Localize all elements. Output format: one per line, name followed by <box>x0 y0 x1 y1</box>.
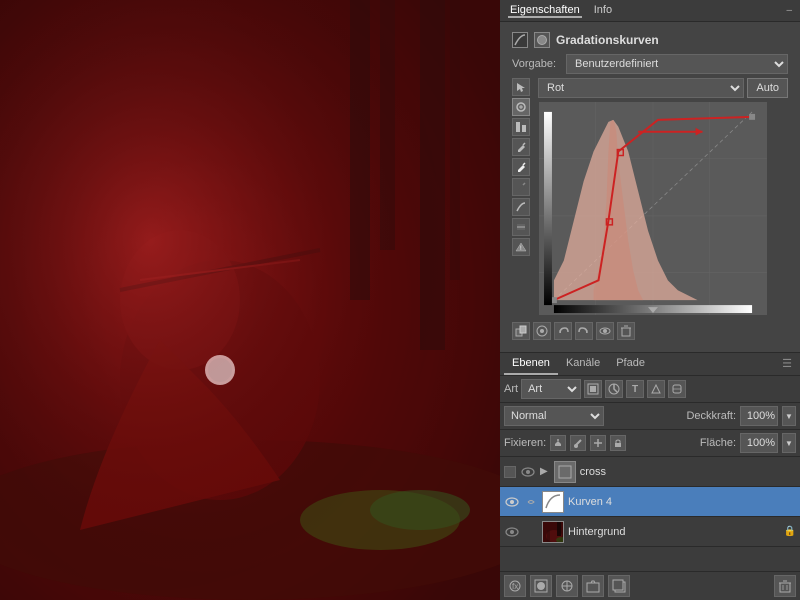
curves-title-bar: Gradationskurven <box>512 32 788 48</box>
vorgabe-label: Vorgabe: <box>512 58 562 70</box>
blend-row: Normal Deckkraft: ▼ <box>500 403 800 430</box>
layer-thumb-cross <box>554 461 576 483</box>
curves-graph[interactable] <box>538 101 768 316</box>
curves-eyedropper2[interactable] <box>512 158 530 176</box>
opacity-label: Deckkraft: <box>686 410 736 422</box>
curves-smooth-tool[interactable] <box>512 218 530 236</box>
channel-controls: Rot Auto <box>538 78 788 98</box>
curves-sample-tool[interactable] <box>512 118 530 136</box>
eye-icon-cross[interactable] <box>520 464 536 480</box>
layers-tabs: Ebenen Kanäle Pfade ☰ <box>500 353 800 376</box>
opacity-dropdown-arrow[interactable]: ▼ <box>782 406 796 426</box>
lock-icon-hintergrund: 🔒 <box>784 526 796 538</box>
fix-move-icon[interactable] <box>590 435 606 451</box>
tab-info[interactable]: Info <box>592 4 614 18</box>
kind-label: Art <box>504 383 518 395</box>
flache-dropdown-arrow[interactable]: ▼ <box>782 433 796 453</box>
tab-eigenschaften[interactable]: Eigenschaften <box>508 4 582 18</box>
add-group-btn[interactable] <box>582 575 604 597</box>
layer-smart-icon[interactable] <box>668 380 686 398</box>
delete-layer-btn[interactable] <box>774 575 796 597</box>
svg-text:fx: fx <box>512 582 518 591</box>
layers-panel: Ebenen Kanäle Pfade ☰ Art Art T <box>500 353 800 600</box>
layer-adjustment-icon[interactable] <box>605 380 623 398</box>
layer-item-kurven4[interactable]: Kurven 4 <box>500 487 800 517</box>
properties-header: Eigenschaften Info – <box>500 0 800 22</box>
add-layer-style-btn[interactable]: fx <box>504 575 526 597</box>
fill-row: Fixieren: Fläche: ▼ <box>500 430 800 457</box>
opacity-input[interactable] <box>740 406 778 426</box>
channel-select[interactable]: Rot <box>538 78 744 98</box>
eye-icon-kurven4[interactable] <box>504 494 520 510</box>
curves-eyedropper3[interactable] <box>512 178 530 196</box>
curves-warning-tool[interactable]: ! <box>512 238 530 256</box>
curves-visibility[interactable] <box>596 322 614 340</box>
curves-draw-tool[interactable] <box>512 98 530 116</box>
layers-menu-icon[interactable]: ☰ <box>778 353 796 375</box>
right-panel: Eigenschaften Info – Gradationskurven <box>500 0 800 600</box>
layer-type-icon[interactable]: T <box>626 380 644 398</box>
curves-clip-shadows[interactable] <box>512 322 530 340</box>
layer-shape-icon[interactable] <box>647 380 665 398</box>
fix-lock-icon[interactable] <box>610 435 626 451</box>
layer-thumb-hintergrund <box>542 521 564 543</box>
curves-undo[interactable] <box>554 322 572 340</box>
link-icon-kurven4 <box>524 495 538 509</box>
curves-content: Gradationskurven Vorgabe: Benutzerdefini… <box>506 28 794 346</box>
layer-vis-cross[interactable] <box>504 466 516 478</box>
auto-button[interactable]: Auto <box>747 78 788 98</box>
add-mask-btn[interactable] <box>530 575 552 597</box>
curves-reset[interactable] <box>575 322 593 340</box>
flache-label: Fläche: <box>700 437 736 449</box>
channel-row: ! Rot Auto <box>512 78 788 316</box>
layer-pixel-icon[interactable] <box>584 380 602 398</box>
fixieren-label: Fixieren: <box>504 437 546 449</box>
curves-tools-left: ! <box>512 78 534 316</box>
layer-name-cross: cross <box>580 466 796 478</box>
blend-mode-select[interactable]: Normal <box>504 406 604 426</box>
add-adjustment-btn[interactable] <box>556 575 578 597</box>
curves-bottom-controls <box>512 320 788 342</box>
fix-paint-icon[interactable] <box>570 435 586 451</box>
curves-title: Gradationskurven <box>556 33 659 47</box>
layer-list: ▶ cross Kurven 4 <box>500 457 800 571</box>
curves-eyedropper1[interactable] <box>512 138 530 156</box>
layer-name-kurven4: Kurven 4 <box>568 496 796 508</box>
layers-toolbar: Art Art T <box>500 376 800 403</box>
curves-pointer-tool[interactable] <box>512 78 530 96</box>
image-area <box>0 0 500 600</box>
layer-actions: fx <box>500 571 800 600</box>
minimize-button[interactable]: – <box>786 5 792 16</box>
eye-icon-hintergrund[interactable] <box>504 524 520 540</box>
curves-target-icon[interactable] <box>533 322 551 340</box>
folder-arrow-cross[interactable]: ▶ <box>540 466 548 477</box>
kind-select[interactable]: Art <box>521 379 581 399</box>
tab-ebenen[interactable]: Ebenen <box>504 353 558 375</box>
vorgabe-row: Vorgabe: Benutzerdefiniert <box>512 54 788 74</box>
layer-item-cross[interactable]: ▶ cross <box>500 457 800 487</box>
curves-panel: Gradationskurven Vorgabe: Benutzerdefini… <box>500 22 800 353</box>
tab-pfade[interactable]: Pfade <box>608 353 653 375</box>
tab-kanaele[interactable]: Kanäle <box>558 353 608 375</box>
curves-delete[interactable] <box>617 322 635 340</box>
layer-name-hintergrund: Hintergrund <box>568 526 780 538</box>
curves-pencil-tool[interactable] <box>512 198 530 216</box>
flache-input[interactable] <box>740 433 778 453</box>
curves-icon <box>512 32 528 48</box>
layer-thumb-kurven4 <box>542 491 564 513</box>
fix-position-icon[interactable] <box>550 435 566 451</box>
layer-item-hintergrund[interactable]: Hintergrund 🔒 <box>500 517 800 547</box>
curves-visibility-icon[interactable] <box>534 32 550 48</box>
curves-graph-area: Rot Auto <box>538 78 788 316</box>
curves-action-icons <box>512 322 635 340</box>
properties-tabs: Eigenschaften Info <box>508 4 614 18</box>
vorgabe-select[interactable]: Benutzerdefiniert <box>566 54 788 74</box>
add-new-layer-btn[interactable] <box>608 575 630 597</box>
